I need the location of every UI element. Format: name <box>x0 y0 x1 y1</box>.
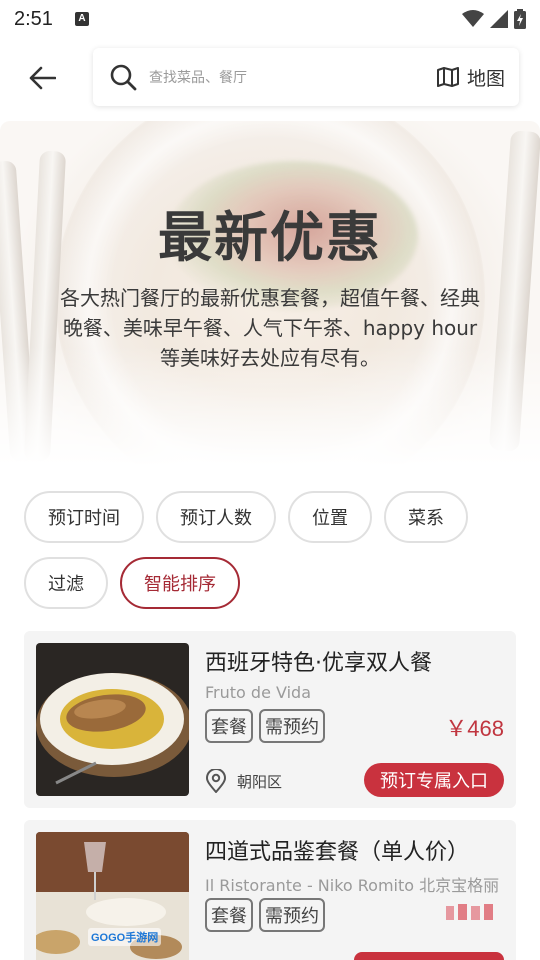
district-label: 朝阳区 <box>237 772 283 791</box>
deal-card[interactable]: 西班牙特色·优享双人餐 Fruto de Vida 套餐 需预约 ￥468 朝阳… <box>24 631 516 808</box>
deal-card[interactable]: GOGO手游网 四道式品鉴套餐（单人价） Il Ristorante - Nik… <box>24 820 516 960</box>
price: ￥468 <box>445 716 504 741</box>
search-input[interactable]: 查找菜品、餐厅 <box>149 67 247 87</box>
book-button[interactable]: 预订专属入口 <box>364 763 504 797</box>
arrow-left-icon <box>29 66 56 90</box>
back-button[interactable] <box>24 60 60 96</box>
filter-location[interactable]: 位置 <box>288 491 372 543</box>
map-icon <box>436 67 459 87</box>
tag-reservation: 需预约 <box>259 709 325 743</box>
filter-more[interactable]: 过滤 <box>24 557 108 609</box>
signal-icon <box>490 10 508 28</box>
promo-banner: 最新优惠 各大热门餐厅的最新优惠套餐，超值午餐、经典晚餐、美味早午餐、人气下午茶… <box>0 121 540 466</box>
search-icon <box>109 63 137 91</box>
tag-list: 套餐 需预约 <box>205 898 325 932</box>
restaurant-name: Il Ristorante - Niko Romito 北京宝格丽 <box>205 876 500 895</box>
filter-party-size[interactable]: 预订人数 <box>156 491 276 543</box>
tag-list: 套餐 需预约 <box>205 709 325 743</box>
price-obscured <box>446 904 493 920</box>
tag-set-meal: 套餐 <box>205 709 253 743</box>
top-bar: 查找菜品、餐厅 地图 <box>0 48 540 108</box>
filter-smart-sort[interactable]: 智能排序 <box>120 557 240 609</box>
search-bar[interactable]: 查找菜品、餐厅 地图 <box>93 48 519 106</box>
tag-reservation: 需预约 <box>259 898 325 932</box>
location: 朝阳区 <box>205 769 282 793</box>
tag-set-meal: 套餐 <box>205 898 253 932</box>
status-bar: 2:51 A <box>0 0 540 38</box>
filter-cuisine[interactable]: 菜系 <box>384 491 468 543</box>
watermark-logo: GOGO手游网 <box>88 928 162 946</box>
banner-description: 各大热门餐厅的最新优惠套餐，超值午餐、经典晚餐、美味早午餐、人气下午茶、happ… <box>60 286 480 370</box>
restaurant-name: Fruto de Vida <box>205 683 311 702</box>
dish-image <box>36 643 189 796</box>
filter-bar: 预订时间 预订人数 位置 菜系 过滤 智能排序 <box>24 491 524 609</box>
dish-image: GOGO手游网 <box>36 832 189 960</box>
deal-title: 西班牙特色·优享双人餐 <box>205 651 432 676</box>
map-label: 地图 <box>466 67 505 90</box>
location-pin-icon <box>205 769 227 793</box>
battery-icon <box>514 9 526 29</box>
map-button[interactable]: 地图 <box>436 64 505 91</box>
deal-title: 四道式品鉴套餐（单人价） <box>205 840 470 865</box>
book-button[interactable] <box>354 952 504 960</box>
wifi-icon <box>462 10 484 27</box>
banner-title: 最新优惠 <box>158 206 382 269</box>
status-time: 2:51 <box>14 7 53 30</box>
filter-booking-time[interactable]: 预订时间 <box>24 491 144 543</box>
notification-icon: A <box>74 12 89 26</box>
